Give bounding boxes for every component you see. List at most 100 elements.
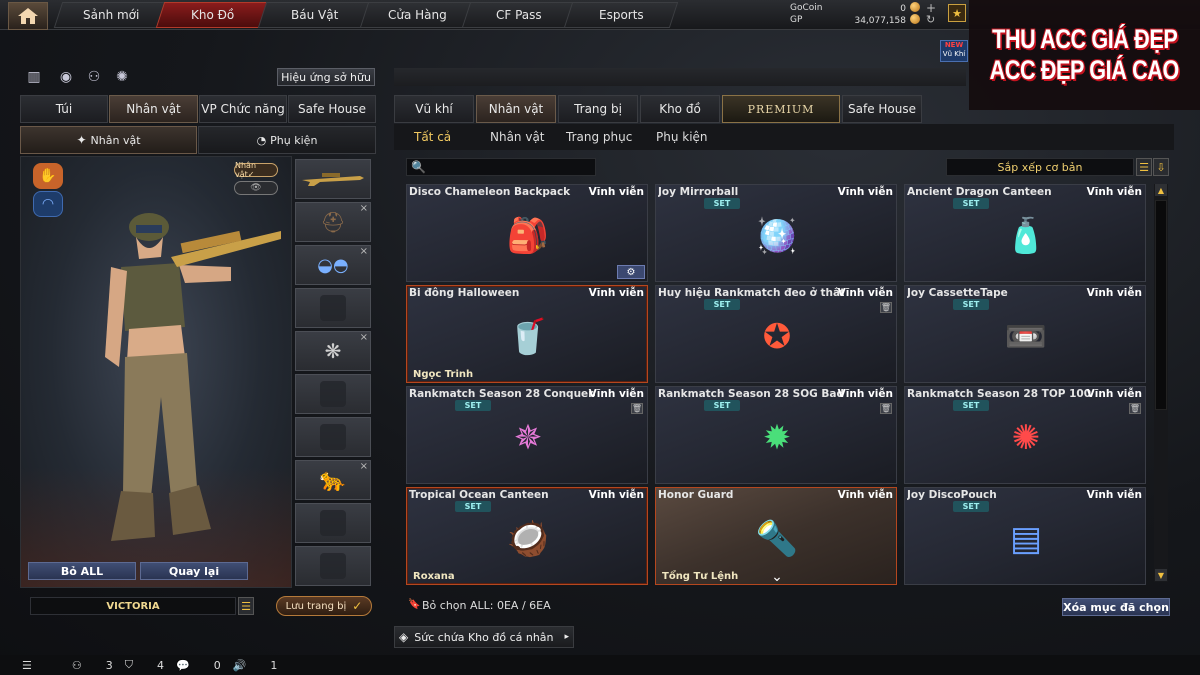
save-loadout-button[interactable]: Lưu trang bị ✓ [276, 596, 372, 616]
inv-tab-storage[interactable]: Kho đồ [640, 95, 720, 123]
item-card[interactable]: Ancient Dragon Canteen Vĩnh viễn SET 🧴 [904, 184, 1146, 282]
item-card[interactable]: Rankmatch Season 28 Conqueror Badge Vĩnh… [406, 386, 648, 484]
item-name: Honor Guard [658, 489, 734, 501]
item-card[interactable]: Honor Guard Vĩnh viễn 🔦 Tổng Tư Lệnh ⌄ [655, 487, 897, 585]
tab-bag[interactable]: Túi [20, 95, 108, 123]
search-input[interactable]: 🔍 [406, 158, 596, 176]
nav-tab-label: Cửa Hàng [387, 8, 447, 22]
nav-tab-esports[interactable]: Esports [563, 2, 679, 28]
chat-status[interactable]: 💬 0 [176, 659, 221, 672]
sound-count: 1 [270, 658, 278, 672]
slot-helmet[interactable]: ⛑ × [295, 202, 371, 242]
new-weapon-badge[interactable]: NEW Vũ Khí [940, 40, 968, 62]
item-card[interactable]: Tropical Ocean Canteen Vĩnh viễn SET 🥥 Roxa… [406, 487, 648, 585]
gp-value: 34,077,158 [854, 16, 906, 26]
sound-status[interactable]: 🔊 1 [233, 659, 278, 672]
slot-wings[interactable] [295, 503, 371, 543]
scrollbar-thumb[interactable] [1155, 200, 1167, 410]
sort-menu-icon[interactable]: ☰ [1136, 158, 1152, 176]
item-card[interactable]: Bi đông Halloween Vĩnh viễn 🥤 Ngọc Trinh [406, 285, 648, 383]
filter-character[interactable]: Nhân vật [490, 124, 545, 150]
view-icon[interactable]: ◉ [56, 68, 76, 86]
refresh-icon[interactable]: ↻ [926, 14, 940, 26]
hand-icon[interactable]: ✋ [33, 163, 63, 189]
inv-tab-premium[interactable]: PREMIUM [722, 95, 840, 123]
friends-status[interactable]: ⚇ 3 [72, 659, 113, 672]
tab-character[interactable]: Nhân vật [109, 95, 198, 123]
friends-count: 3 [105, 658, 113, 672]
weapon-slot-sniper[interactable] [295, 159, 371, 199]
slot-pet[interactable]: 🐆 × [295, 460, 371, 500]
item-card[interactable]: Huy hiệu Rankmatch đeo ở thắt lưng Vĩnh … [655, 285, 897, 383]
inv-tab-character[interactable]: Nhân vật [476, 95, 556, 123]
nav-tab-cf-pass[interactable]: CF Pass [461, 2, 577, 28]
subtab-character[interactable]: ✦ Nhân vật [20, 126, 197, 154]
item-card[interactable]: Rankmatch Season 28 TOP 100 Badge Vĩnh v… [904, 386, 1146, 484]
slot-backpack[interactable] [295, 374, 371, 414]
item-card[interactable]: Joy DiscoPouch Vĩnh viễn SET ▤ [904, 487, 1146, 585]
wings-icon[interactable]: ◠ [33, 191, 63, 217]
nav-tab-inventory[interactable]: Kho Đồ [155, 2, 271, 28]
slot-pouch[interactable] [295, 417, 371, 457]
tab-vp-function[interactable]: VP Chức năng [199, 95, 287, 123]
search-icon: 🔍 [411, 160, 426, 174]
remove-icon[interactable]: × [360, 332, 368, 343]
remove-all-button[interactable]: Bỏ ALL [28, 562, 136, 580]
chat-count: 0 [213, 658, 221, 672]
ownership-effect-button[interactable]: Hiệu ứng sở hữu [277, 68, 375, 86]
set-badge: SET [455, 400, 491, 411]
subtab-accessory[interactable]: ◔ Phụ kiện [198, 126, 376, 154]
filter-accessory[interactable]: Phụ kiện [656, 124, 708, 150]
friends-icon[interactable]: ⚇ [84, 68, 104, 86]
clan-status[interactable]: ⛉ 4 [125, 658, 164, 672]
character-preview[interactable]: ✋ ◠ Nhân vật✓ 👁 [20, 156, 292, 588]
slot-emblem[interactable]: ❋ × [295, 331, 371, 371]
filter-costume[interactable]: Trang phục [566, 124, 632, 150]
visibility-toggle-icon[interactable]: 👁 [234, 181, 278, 195]
go-back-button[interactable]: Quay lại [140, 562, 248, 580]
nav-tab-treasure[interactable]: Báu Vật [257, 2, 373, 28]
item-card[interactable]: Joy Mirrorball Vĩnh viễn SET 🪩 [655, 184, 897, 282]
character-list-icon[interactable]: ☰ [238, 597, 254, 615]
header-strip [394, 68, 966, 86]
remove-icon[interactable]: × [360, 203, 368, 214]
nav-tab-shop[interactable]: Cửa Hàng [359, 2, 475, 28]
trash-icon[interactable]: 🗑 [880, 302, 892, 313]
deselect-text[interactable]: Bỏ chọn ALL: 0EA / 6EA [422, 599, 551, 612]
tab-label: Safe House [848, 102, 916, 116]
chevron-down-icon[interactable]: ⌄ [766, 569, 788, 584]
item-card[interactable]: Rankmatch Season 28 SOG Badge Vĩnh viễn S… [655, 386, 897, 484]
trash-icon[interactable]: 🗑 [1129, 403, 1141, 414]
sort-direction-icon[interactable]: ⇩ [1153, 158, 1169, 176]
filter-all[interactable]: Tất cả [414, 124, 451, 150]
item-card[interactable]: Joy CassetteTape Vĩnh viễn SET 📼 [904, 285, 1146, 383]
character-tag[interactable]: Nhân vật✓ [234, 161, 278, 179]
sort-dropdown[interactable]: Sắp xếp cơ bản [946, 158, 1134, 176]
stats-icon[interactable]: ▥ [24, 68, 44, 86]
inv-tab-weapons[interactable]: Vũ khí [394, 95, 474, 123]
slot-spray[interactable] [295, 546, 371, 586]
menu-status[interactable]: ☰ [22, 659, 32, 672]
character-name-field[interactable]: VICTORIA [30, 597, 236, 615]
slot-vest[interactable] [295, 288, 371, 328]
inv-tab-equipment[interactable]: Trang bị [558, 95, 638, 123]
scroll-up-icon[interactable]: ▲ [1155, 184, 1167, 196]
tab-safe-house[interactable]: Safe House [288, 95, 376, 123]
remove-icon[interactable]: × [360, 246, 368, 257]
scroll-down-icon[interactable]: ▼ [1155, 569, 1167, 581]
rank-emblem-icon[interactable]: ★ [948, 4, 966, 22]
trash-icon[interactable]: 🗑 [880, 403, 892, 414]
remove-icon[interactable]: × [360, 461, 368, 472]
home-button[interactable] [8, 2, 48, 30]
bomb-icon[interactable]: ✺ [112, 68, 132, 86]
capacity-button[interactable]: ◈ Sức chứa Kho đồ cá nhân ▸ [394, 626, 574, 648]
item-duration: Vĩnh viễn [588, 186, 644, 198]
nav-tab-lobby[interactable]: Sảnh mới [53, 2, 169, 28]
gear-icon[interactable]: ⚙ [617, 265, 645, 279]
slot-goggles[interactable]: ◒◓ × [295, 245, 371, 285]
delete-selected-button[interactable]: Xóa mục đã chọn [1062, 598, 1170, 616]
item-card[interactable]: Disco Chameleon Backpack Vĩnh viễn 🎒 ⚙ [406, 184, 648, 282]
nav-tab-label: Kho Đồ [191, 8, 235, 22]
trash-icon[interactable]: 🗑 [631, 403, 643, 414]
inv-tab-safe-house[interactable]: Safe House [842, 95, 922, 123]
